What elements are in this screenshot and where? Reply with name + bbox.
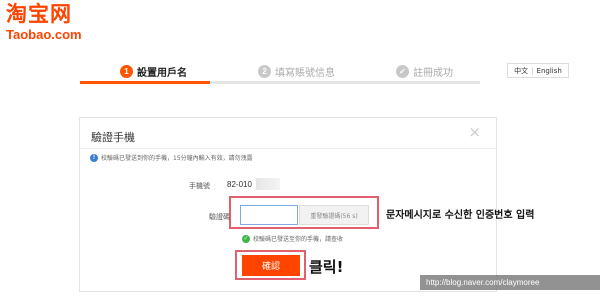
resend-code-button[interactable]: 重發驗證碼(56 s): [299, 205, 369, 225]
verify-phone-dialog: 驗證手機 × ! 校驗碼已發送到你的手機，15分鐘內輸入有效，請勿洩露 手機號 …: [79, 117, 497, 292]
verification-code-input[interactable]: [240, 205, 298, 225]
sent-notice: ✓ 校驗碼已發送至你的手機，請查收: [242, 234, 343, 243]
step-registration-success: ✓ 註冊成功: [396, 64, 453, 79]
code-label: 驗證碼: [209, 213, 230, 221]
info-icon: !: [90, 153, 98, 162]
progress-bar-active: [80, 81, 210, 84]
info-message: ! 校驗碼已發送到你的手機，15分鐘內輸入有效，請勿洩露: [90, 153, 253, 162]
check-icon: ✓: [396, 65, 409, 78]
lang-english-link[interactable]: English: [534, 67, 565, 75]
blog-watermark: http://blog.naver.com/claymoree: [420, 275, 600, 290]
dialog-title: 驗證手機: [91, 131, 135, 144]
confirm-button[interactable]: 確認: [242, 255, 300, 276]
annotation-enter-sms-code: 문자메시지로 수신한 인증번호 입력: [386, 210, 535, 221]
step-1-label: 設置用戶名: [137, 68, 187, 79]
close-icon[interactable]: ×: [468, 125, 481, 140]
annotation-click: 클릭!: [309, 258, 344, 276]
lang-chinese-link[interactable]: 中文: [511, 66, 531, 76]
sent-notice-text: 校驗碼已發送至你的手機，請查收: [253, 236, 344, 243]
logo-text-en: Taobao.com: [6, 27, 82, 42]
step-2-number: 2: [258, 65, 271, 78]
info-text: 校驗碼已發送到你的手機，15分鐘內輸入有效，請勿洩露: [101, 155, 253, 162]
step-1-number: 1: [120, 65, 133, 78]
success-check-icon: ✓: [242, 234, 250, 243]
phone-number: 82-010: [227, 180, 252, 189]
progress-bar-remaining: [210, 81, 480, 84]
registration-steps: 1 設置用戶名 2 填寫賬號信息 ✓ 註冊成功: [70, 62, 510, 82]
logo-text-cn: 淘宝网: [6, 2, 72, 26]
step-3-label: 註冊成功: [413, 68, 453, 79]
taobao-logo[interactable]: 淘宝网 Taobao.com: [6, 2, 96, 46]
language-switch: 中文 | English: [507, 63, 569, 78]
step-2-label: 填寫賬號信息: [275, 68, 335, 79]
dialog-divider: [80, 148, 496, 149]
phone-label: 手機號: [189, 182, 210, 190]
step-account-info: 2 填寫賬號信息: [258, 64, 335, 79]
phone-number-mask: [256, 178, 280, 190]
step-set-username: 1 設置用戶名: [120, 64, 187, 79]
